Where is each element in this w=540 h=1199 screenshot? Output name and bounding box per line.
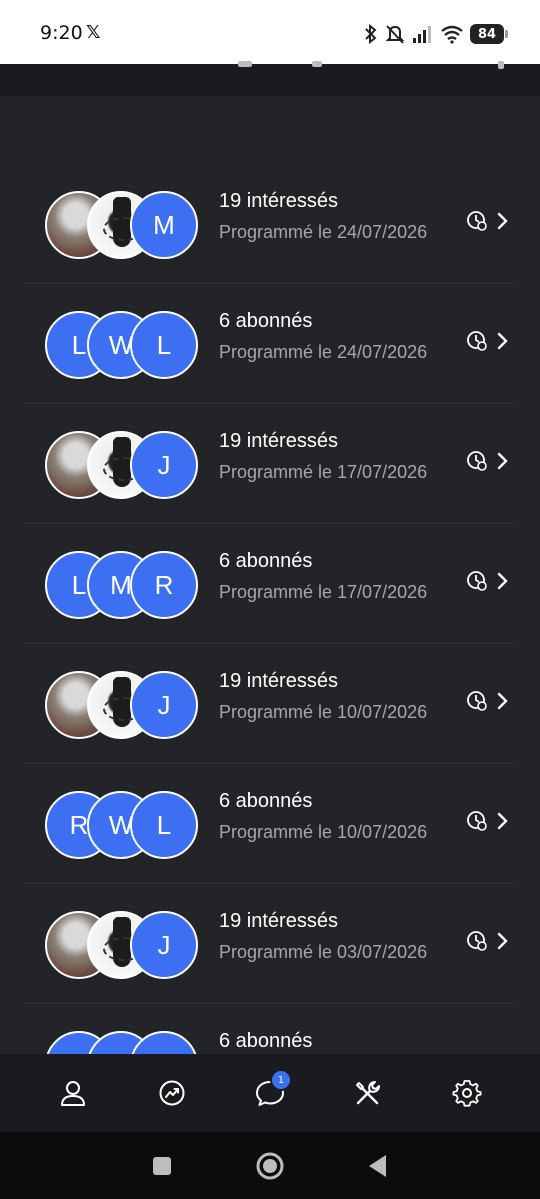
back-button[interactable] xyxy=(363,1151,393,1181)
list-item[interactable]: J 19 intéressés Programmé le 17/07/2026 xyxy=(22,404,518,524)
avatar xyxy=(130,1031,198,1054)
row-subtitle: Programmé le 10/07/2026 xyxy=(219,822,428,842)
avatar-group: L W L xyxy=(45,311,200,379)
row-subtitle: Programmé le 17/07/2026 xyxy=(219,582,428,602)
wifi-icon xyxy=(441,25,463,44)
status-bar: 9:20 𝕏 84 xyxy=(0,0,540,64)
list-item[interactable]: M 19 intéressés Programmé le 24/07/2026 xyxy=(22,164,518,284)
recents-button[interactable] xyxy=(147,1151,177,1181)
row-subtitle: Programmé le 17/07/2026 xyxy=(219,462,428,482)
back-triangle-icon xyxy=(369,1154,386,1177)
status-icons: 84 xyxy=(364,22,508,46)
row-subtitle: Programmé le 24/07/2026 xyxy=(219,222,428,242)
scheduled-clock-icon xyxy=(467,691,487,711)
row-title: 19 intéressés xyxy=(219,190,338,212)
row-title: 6 abonnés xyxy=(219,310,313,332)
header-text-fragment xyxy=(238,61,252,67)
x-app-icon: 𝕏 xyxy=(86,22,101,43)
bottom-nav: 1 xyxy=(0,1054,540,1132)
profile-icon xyxy=(61,1081,86,1106)
scheduled-clock-icon xyxy=(467,571,487,591)
avatar: L xyxy=(130,791,198,859)
trending-icon xyxy=(159,1080,185,1106)
scheduled-clock-icon xyxy=(467,211,487,231)
avatar-group: R W L xyxy=(45,791,200,859)
nav-tools[interactable] xyxy=(340,1065,396,1121)
chevron-right-icon[interactable] xyxy=(496,810,510,832)
avatar-group xyxy=(45,1031,200,1054)
list-item[interactable]: L W L 6 abonnés Programmé le 24/07/2026 xyxy=(22,284,518,404)
avatar-group: L M R xyxy=(45,551,200,619)
scheduled-clock-icon xyxy=(467,811,487,831)
nav-chat[interactable]: 1 xyxy=(242,1065,298,1121)
avatar-group: M xyxy=(45,191,200,259)
chevron-right-icon[interactable] xyxy=(496,210,510,232)
signal-icon xyxy=(413,26,431,43)
list-item[interactable]: R W L 6 abonnés Programmé le 10/07/2026 xyxy=(22,764,518,884)
header-text-fragment xyxy=(312,61,322,67)
scheduled-list: M 19 intéressés Programmé le 24/07/2026 … xyxy=(0,96,540,1054)
row-subtitle: Programmé le 10/07/2026 xyxy=(219,702,428,722)
home-circle-icon xyxy=(256,1152,284,1179)
row-title: 6 abonnés xyxy=(219,1030,313,1052)
row-subtitle: Programmé le 03/07/2026 xyxy=(219,942,428,962)
chevron-right-icon[interactable] xyxy=(496,570,510,592)
row-title: 6 abonnés xyxy=(219,550,313,572)
avatar: J xyxy=(130,911,198,979)
app-header xyxy=(0,61,540,96)
settings-icon xyxy=(452,1080,482,1107)
header-icon-fragment xyxy=(498,61,504,69)
nav-settings[interactable] xyxy=(439,1065,495,1121)
row-title: 19 intéressés xyxy=(219,910,338,932)
list-item[interactable]: L M R 6 abonnés Programmé le 17/07/2026 xyxy=(22,524,518,644)
row-subtitle: Programmé le 24/07/2026 xyxy=(219,342,428,362)
scheduled-clock-icon xyxy=(467,331,487,351)
avatar-group: J xyxy=(45,911,200,979)
avatar-group: J xyxy=(45,671,200,739)
square-icon xyxy=(153,1156,171,1175)
nav-stats[interactable] xyxy=(144,1065,200,1121)
bluetooth-icon xyxy=(365,24,377,44)
mute-icon xyxy=(385,25,405,44)
chevron-right-icon[interactable] xyxy=(496,930,510,952)
row-title: 19 intéressés xyxy=(219,430,338,452)
row-title: 19 intéressés xyxy=(219,670,338,692)
chevron-right-icon[interactable] xyxy=(496,450,510,472)
avatar: J xyxy=(130,431,198,499)
scheduled-clock-icon xyxy=(467,451,487,471)
scheduled-clock-icon xyxy=(467,931,487,951)
status-time: 9:20 xyxy=(40,22,83,44)
chat-badge: 1 xyxy=(269,1069,292,1091)
list-item[interactable]: J 19 intéressés Programmé le 03/07/2026 xyxy=(22,884,518,1004)
home-button[interactable] xyxy=(255,1151,285,1181)
tools-icon xyxy=(356,1081,381,1105)
avatar: R xyxy=(130,551,198,619)
system-nav-bar xyxy=(0,1132,540,1199)
avatar-group: J xyxy=(45,431,200,499)
chevron-right-icon[interactable] xyxy=(496,330,510,352)
nav-profile[interactable] xyxy=(45,1065,101,1121)
list-item[interactable]: 6 abonnés xyxy=(22,1004,518,1054)
avatar: J xyxy=(130,671,198,739)
battery-icon: 84 xyxy=(470,24,508,44)
chevron-right-icon[interactable] xyxy=(496,690,510,712)
list-item[interactable]: J 19 intéressés Programmé le 10/07/2026 xyxy=(22,644,518,764)
avatar: L xyxy=(130,311,198,379)
row-title: 6 abonnés xyxy=(219,790,313,812)
avatar: M xyxy=(130,191,198,259)
